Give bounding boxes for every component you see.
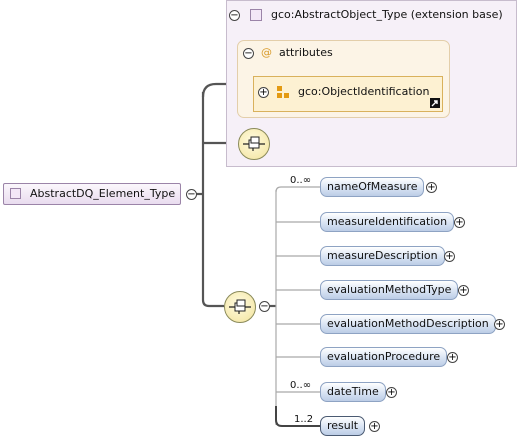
element-expand-toggle[interactable]: + xyxy=(458,285,469,296)
attributes-collapse-toggle[interactable]: − xyxy=(243,48,254,59)
element-dateTime[interactable]: dateTime xyxy=(320,382,386,402)
attribute-at-icon: @ xyxy=(261,46,272,59)
element-expand-toggle[interactable]: + xyxy=(386,387,397,398)
trunk-connector xyxy=(201,92,224,308)
sequence-symbol-icon xyxy=(243,136,265,151)
cardinality-label: 0..∞ xyxy=(290,175,312,186)
sequence-compositor-icon[interactable] xyxy=(224,291,256,323)
sequence-symbol-icon xyxy=(229,299,251,314)
element-expand-toggle[interactable]: + xyxy=(444,251,455,262)
extension-collapse-toggle[interactable]: − xyxy=(229,10,240,21)
element-nameOfMeasure[interactable]: nameOfMeasure xyxy=(320,177,425,197)
element-measureDescription[interactable]: measureDescription xyxy=(320,246,445,266)
extension-base-label: gco:AbstractObject_Type (extension base) xyxy=(271,8,503,21)
element-measureIdentification[interactable]: measureIdentification xyxy=(320,212,455,232)
element-expand-toggle[interactable]: + xyxy=(494,319,505,330)
cardinality-label: 0..∞ xyxy=(290,380,312,391)
element-result[interactable]: result xyxy=(320,416,366,436)
attribute-group-label: gco:ObjectIdentification xyxy=(298,85,430,98)
element-expand-toggle[interactable]: + xyxy=(447,352,458,363)
element-evaluationProcedure[interactable]: evaluationProcedure xyxy=(320,347,448,367)
group-sequence-icon[interactable] xyxy=(238,128,270,160)
complex-type-icon xyxy=(250,9,262,21)
attribute-group-expand-toggle[interactable]: + xyxy=(258,87,269,98)
root-type-label: AbstractDQ_Element_Type xyxy=(30,187,176,200)
cardinality-label: 1..2 xyxy=(294,414,314,425)
element-expand-toggle[interactable]: + xyxy=(454,217,465,228)
element-evaluationMethodType[interactable]: evaluationMethodType xyxy=(320,280,459,300)
element-expand-toggle[interactable]: + xyxy=(426,182,437,193)
attribute-group-icon xyxy=(277,86,289,98)
external-link-icon[interactable] xyxy=(430,98,440,108)
attributes-label: attributes xyxy=(279,46,333,59)
root-collapse-toggle[interactable]: − xyxy=(186,189,197,200)
complex-type-icon-root xyxy=(10,188,21,199)
arrow-out-icon xyxy=(431,100,438,107)
sequence-collapse-toggle[interactable]: − xyxy=(259,301,270,312)
element-expand-toggle[interactable]: + xyxy=(369,421,380,432)
element-evaluationMethodDescription[interactable]: evaluationMethodDescription xyxy=(320,314,496,334)
